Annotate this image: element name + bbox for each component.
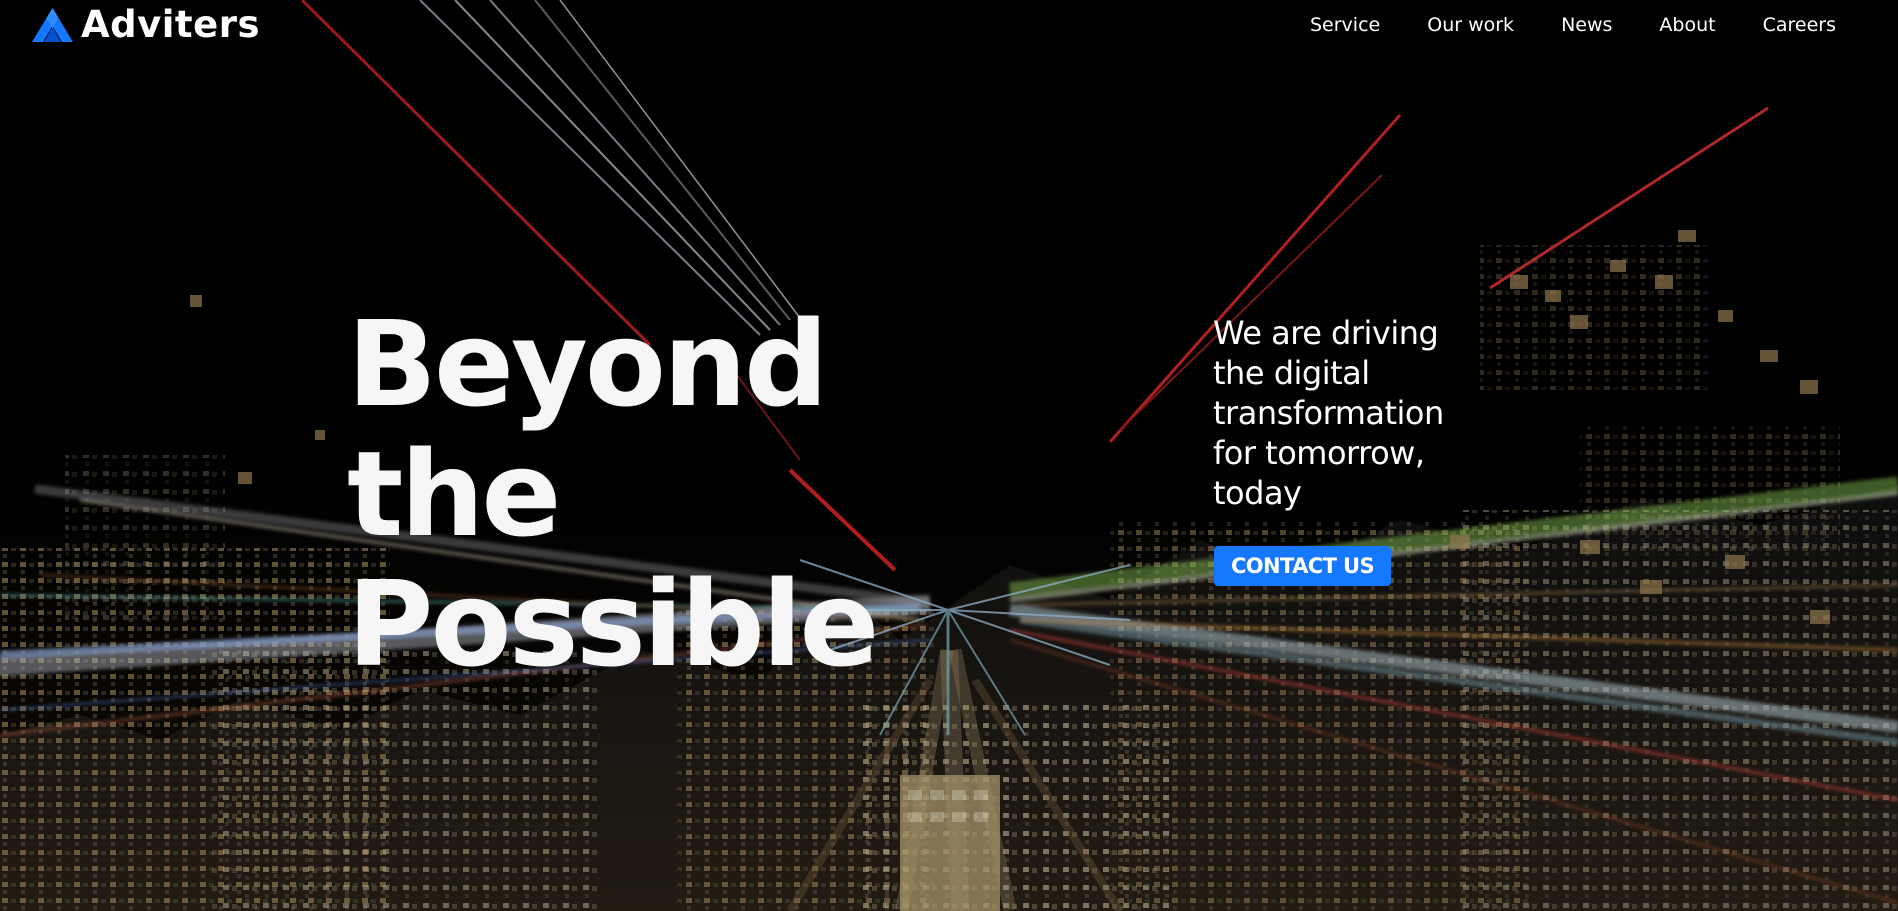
hero-tagline: We are driving the digital transformatio… [1213, 314, 1444, 512]
hero-headline-line-3: Possible [347, 555, 879, 693]
hero-headline-line-1: Beyond [347, 295, 828, 433]
night-city-light-trails-image [0, 0, 1898, 911]
contact-us-button[interactable]: CONTACT US [1214, 546, 1391, 586]
nav-about-link[interactable]: About [1659, 12, 1715, 38]
main-navigation: Service Our work News About Careers [1310, 12, 1836, 38]
site-header: Adviters Service Our work News About Car… [0, 0, 1898, 52]
hero-headline-line-2: the [347, 425, 561, 563]
nav-careers-link[interactable]: Careers [1763, 12, 1836, 38]
brand-name: Adviters [81, 3, 260, 46]
blue-triangle-mark-icon [32, 8, 73, 42]
landing-page: Adviters Service Our work News About Car… [0, 0, 1898, 911]
nav-our-work-link[interactable]: Our work [1427, 12, 1514, 38]
brand-logo-link[interactable]: Adviters [30, 4, 260, 46]
nav-news-link[interactable]: News [1561, 12, 1612, 38]
nav-service-link[interactable]: Service [1310, 12, 1380, 38]
hero-headline: Beyond the Possible [347, 295, 879, 693]
